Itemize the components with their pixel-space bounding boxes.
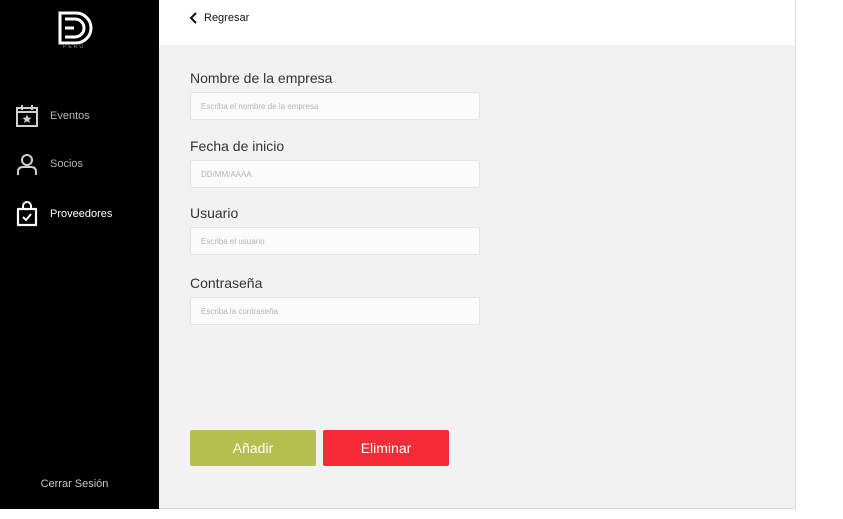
logo-caption: PERÚ [63,44,85,50]
main-panel: Regresar Nombre de la empresa Fecha de i… [159,0,796,509]
company-name-input[interactable] [190,92,480,120]
calendar-star-icon [14,102,40,130]
back-label: Regresar [204,12,250,24]
delete-button[interactable]: Eliminar [323,430,449,466]
top-bar: Regresar [159,0,795,45]
sidebar-item-proveedores[interactable]: Proveedores [14,200,112,228]
start-date-input[interactable] [190,160,480,188]
sidebar-item-eventos[interactable]: Eventos [14,102,90,130]
sidebar-item-label: Eventos [50,110,90,122]
start-date-label: Fecha de inicio [190,138,285,154]
sidebar-item-socios[interactable]: Socios [14,150,83,178]
chevron-left-icon [189,12,198,24]
sidebar: PERÚ Eventos Socios Proveedores Cerrar S… [0,0,159,509]
sidebar-item-label: Socios [50,158,84,170]
back-link[interactable]: Regresar [189,10,249,26]
user-input[interactable] [190,227,480,255]
company-name-label: Nombre de la empresa [190,70,333,86]
password-label: Contraseña [190,275,263,291]
shopping-bag-check-icon [14,200,40,228]
add-button[interactable]: Añadir [190,430,316,466]
logout-link[interactable]: Cerrar Sesión [0,478,149,490]
password-input[interactable] [190,297,480,325]
sidebar-item-label: Proveedores [50,208,113,220]
user-label: Usuario [190,205,239,221]
user-icon [14,150,40,178]
